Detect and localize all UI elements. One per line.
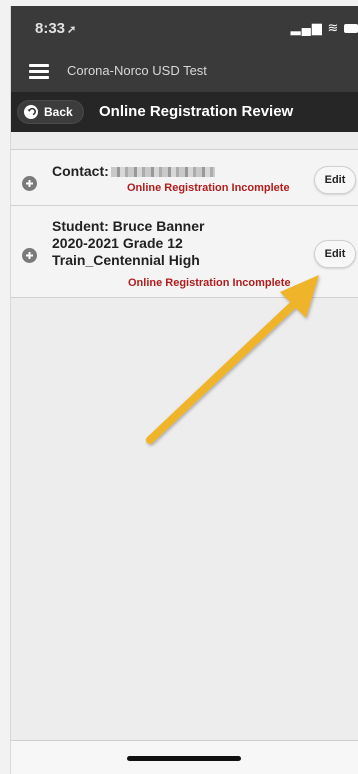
redacted-name (110, 167, 215, 178)
wifi-icon: ≋ (327, 20, 340, 35)
registration-list: Contact: Online Registration Incomplete … (11, 132, 358, 726)
student-school: Train_Centennial High (52, 252, 200, 268)
contact-label: Contact: (52, 163, 215, 180)
page-title: Online Registration Review (99, 103, 294, 120)
contact-label-text: Contact: (52, 163, 109, 179)
back-label: Back (44, 105, 73, 119)
home-area (11, 740, 358, 774)
back-button[interactable]: Back (17, 100, 84, 124)
student-info: Student: Bruce Banner 2020-2021 Grade 12… (52, 218, 204, 269)
list-item-student[interactable]: Student: Bruce Banner 2020-2021 Grade 12… (11, 206, 358, 298)
status-text: Online Registration Incomplete (128, 277, 291, 289)
signal-icon: ▂▄▆ (290, 20, 323, 35)
app-title: Corona-Norco USD Test (67, 63, 207, 78)
list-item-contact[interactable]: Contact: Online Registration Incomplete … (11, 150, 358, 206)
status-icons: ▂▄▆ ≋ (291, 20, 358, 36)
status-time: 8:33 ➚ (35, 20, 76, 37)
status-text: Online Registration Incomplete (127, 182, 290, 194)
home-indicator[interactable] (127, 756, 241, 761)
menu-icon[interactable] (29, 64, 49, 79)
battery-icon (344, 24, 358, 34)
phone-screen: 8:33 ➚ ▂▄▆ ≋ Corona-Norco USD Test Back O… (10, 6, 358, 774)
location-icon: ➚ (67, 24, 77, 36)
clock: 8:33 (35, 20, 66, 37)
page-toolbar: Back Online Registration Review (11, 92, 358, 132)
expand-plus-icon[interactable] (22, 176, 37, 191)
edit-button[interactable]: Edit (314, 166, 356, 194)
student-name: Student: Bruce Banner (52, 218, 205, 234)
status-bar: 8:33 ➚ ▂▄▆ ≋ (11, 6, 358, 50)
back-arrow-icon (24, 105, 38, 119)
edit-button[interactable]: Edit (314, 240, 356, 268)
expand-plus-icon[interactable] (22, 248, 37, 263)
student-grade: 2020-2021 Grade 12 (52, 235, 183, 251)
app-bar: Corona-Norco USD Test (11, 50, 358, 92)
